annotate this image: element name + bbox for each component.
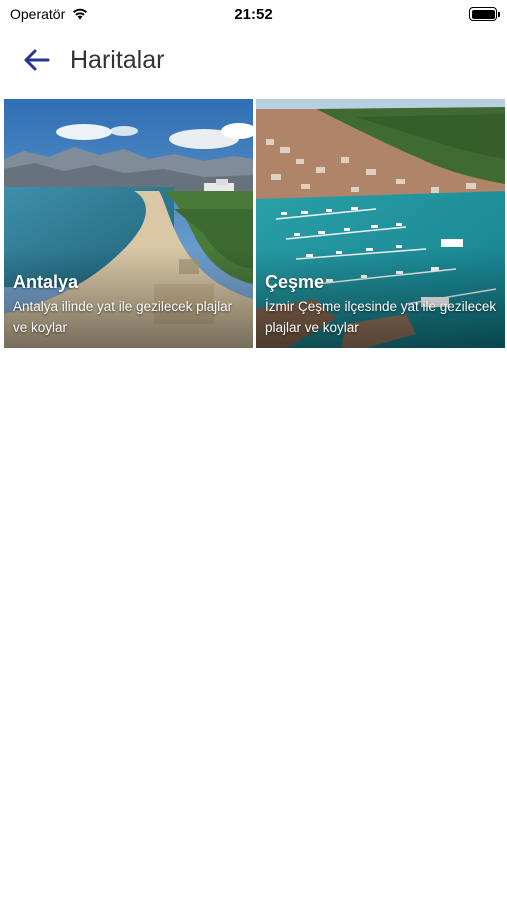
map-card-title: Antalya [13, 272, 79, 292]
battery-icon [469, 7, 500, 21]
page-title: Haritalar [70, 45, 165, 74]
status-bar: Operatör 21:52 [0, 0, 507, 28]
map-card-title: Çeşme [265, 272, 325, 292]
nav-bar: Haritalar [0, 36, 507, 84]
back-button[interactable] [16, 40, 56, 80]
wifi-icon [71, 6, 89, 23]
map-card-description: Antalya ilinde yat ile gezilecek plajlar… [13, 299, 233, 335]
map-card-antalya[interactable]: Antalya Antalya ilinde yat ile gezilecek… [4, 99, 253, 348]
status-left: Operatör [10, 6, 89, 23]
arrow-left-icon [24, 49, 50, 71]
map-grid: Antalya Antalya ilinde yat ile gezilecek… [4, 99, 505, 348]
map-card-cesme[interactable]: Çeşme İzmir Çeşme ilçesinde yat ile gezi… [256, 99, 505, 348]
carrier-label: Operatör [10, 6, 66, 22]
map-card-description: İzmir Çeşme ilçesinde yat ile gezilecek … [265, 299, 497, 335]
